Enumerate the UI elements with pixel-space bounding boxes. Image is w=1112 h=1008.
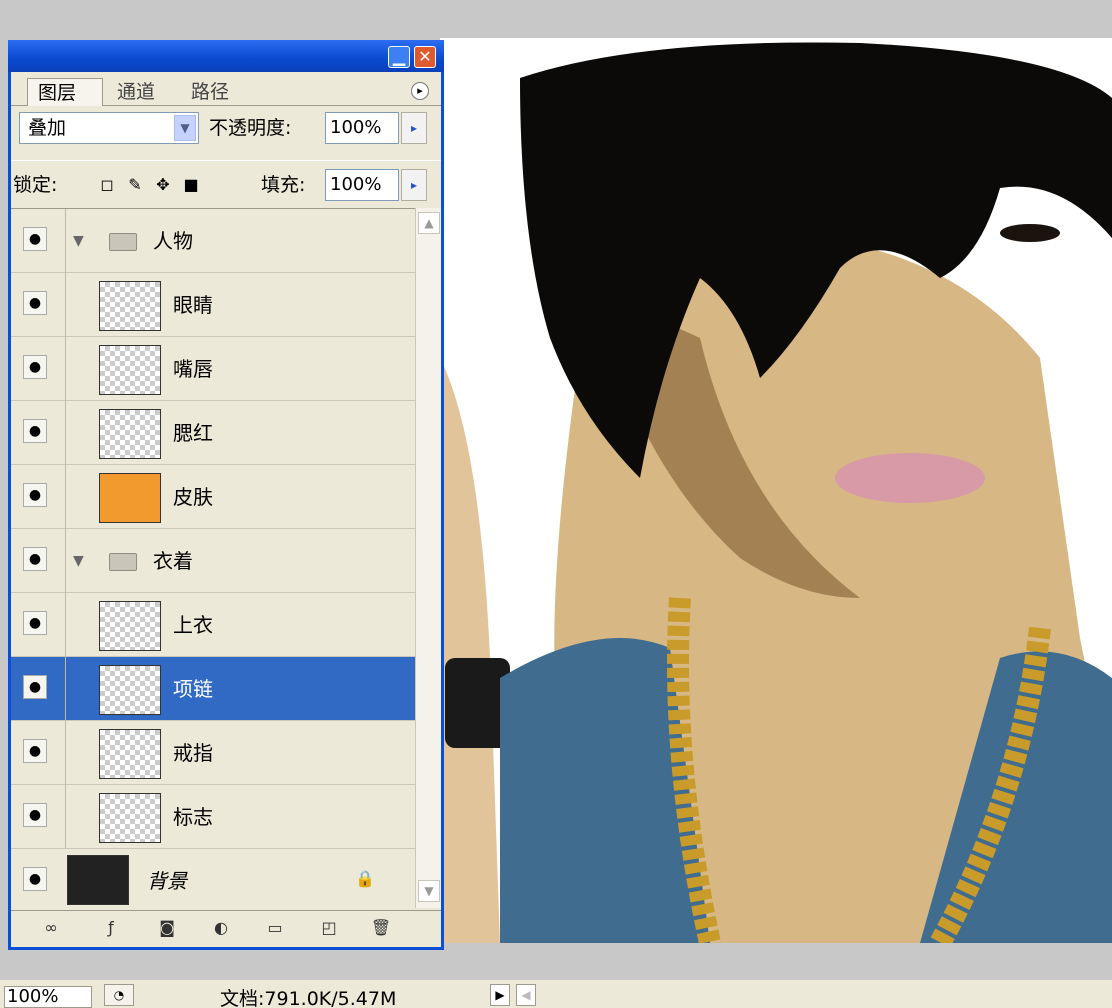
tab-channels[interactable]: 通道	[107, 78, 165, 106]
lock-transparent-icon[interactable]: ◻	[97, 175, 117, 195]
layer-row-selected[interactable]: ● 项链	[11, 657, 415, 721]
layer-group-row[interactable]: ● ▼ 人物	[11, 209, 415, 273]
lock-pixels-icon[interactable]: ✎	[125, 175, 145, 195]
layer-name: 眼睛	[173, 293, 213, 317]
layer-thumbnail	[99, 281, 161, 331]
layer-row[interactable]: ● 腮红	[11, 401, 415, 465]
lock-label: 锁定:	[13, 174, 58, 196]
lock-position-icon[interactable]: ✥	[153, 175, 173, 195]
layer-thumbnail	[99, 729, 161, 779]
layer-name: 项链	[173, 677, 213, 701]
status-menu-icon[interactable]: ▶	[490, 984, 510, 1006]
layer-thumbnail	[99, 665, 161, 715]
mask-icon[interactable]: ◙	[155, 917, 179, 939]
layer-thumbnail	[99, 409, 161, 459]
layer-name: 背景	[147, 869, 187, 893]
blend-mode-value: 叠加	[28, 117, 67, 139]
lock-all-icon[interactable]: ■	[181, 175, 201, 195]
layer-row[interactable]: ● 皮肤	[11, 465, 415, 529]
opacity-field[interactable]: 100%	[325, 112, 399, 144]
layer-thumbnail	[67, 855, 129, 905]
zoom-field[interactable]: 100%	[4, 986, 92, 1008]
status-bar: 100% ◔ 文档:791.0K/5.47M ▶ ◀	[0, 980, 1112, 1008]
fx-icon[interactable]: ƒ	[99, 917, 123, 939]
layer-name: 人物	[153, 229, 193, 253]
new-layer-icon[interactable]: ◰	[317, 917, 341, 939]
blend-mode-select[interactable]: 叠加 ▼	[19, 112, 199, 144]
close-icon[interactable]: ✕	[414, 46, 436, 68]
folder-icon	[109, 233, 137, 251]
scroll-left-icon[interactable]: ◀	[516, 984, 536, 1006]
lock-row: 锁定: ◻ ✎ ✥ ■ 填充: 100% ▸	[11, 160, 441, 206]
adjustment-icon[interactable]: ◐	[209, 917, 233, 939]
eye-icon[interactable]: ●	[23, 611, 47, 635]
layer-name: 衣着	[153, 549, 193, 573]
panel-tabs: 图层 通道 路径 ▸	[11, 72, 441, 106]
eye-icon[interactable]: ●	[23, 419, 47, 443]
eye-icon[interactable]: ●	[23, 867, 47, 891]
scroll-down-icon[interactable]: ▼	[418, 880, 440, 902]
layer-row[interactable]: ● 眼睛	[11, 273, 415, 337]
document-info: 文档:791.0K/5.47M	[220, 988, 397, 1008]
canvas-photo	[440, 38, 1112, 943]
photoshop-window: ▁ ✕ 图层 通道 路径 ▸ 叠加 ▼ 不透明度: 100% ▸ 锁定: ◻ ✎…	[0, 0, 1112, 1008]
layers-scrollbar[interactable]: ▲ ▼	[415, 208, 441, 908]
layer-name: 腮红	[173, 421, 213, 445]
link-icon[interactable]: ∞	[39, 917, 63, 939]
minimize-icon[interactable]: ▁	[388, 46, 410, 68]
scroll-up-icon[interactable]: ▲	[418, 212, 440, 234]
layer-row[interactable]: ● 戒指	[11, 721, 415, 785]
opacity-slider-button[interactable]: ▸	[401, 112, 427, 144]
layer-row[interactable]: ● 嘴唇	[11, 337, 415, 401]
status-options-icon[interactable]: ◔	[104, 984, 134, 1006]
blend-row: 叠加 ▼ 不透明度: 100% ▸	[11, 108, 441, 152]
eye-icon[interactable]: ●	[23, 739, 47, 763]
panel-menu-icon[interactable]: ▸	[411, 82, 429, 100]
layer-name: 上衣	[173, 613, 213, 637]
eye-icon[interactable]: ●	[23, 291, 47, 315]
opacity-label: 不透明度:	[209, 117, 292, 139]
fill-label: 填充:	[261, 174, 306, 196]
document-canvas[interactable]	[440, 38, 1112, 943]
layer-row[interactable]: ● 标志	[11, 785, 415, 849]
panel-titlebar[interactable]: ▁ ✕	[8, 40, 444, 72]
eye-icon[interactable]: ●	[23, 675, 47, 699]
new-group-icon[interactable]: ▭	[263, 917, 287, 939]
layer-thumbnail	[99, 473, 161, 523]
layer-row[interactable]: ● 上衣	[11, 593, 415, 657]
eye-icon[interactable]: ●	[23, 227, 47, 251]
folder-icon	[109, 553, 137, 571]
lock-icon: 🔒	[355, 869, 375, 888]
layer-thumbnail	[99, 793, 161, 843]
eye-icon[interactable]: ●	[23, 483, 47, 507]
eye-icon[interactable]: ●	[23, 803, 47, 827]
expand-triangle-icon[interactable]: ▼	[73, 553, 84, 569]
layer-thumbnail	[99, 601, 161, 651]
layer-name: 嘴唇	[173, 357, 213, 381]
background-layer-row[interactable]: ● 背景 🔒	[11, 849, 415, 913]
panel-bottom-toolbar: ∞ ƒ ◙ ◐ ▭ ◰ 🗑	[11, 910, 441, 944]
tab-paths[interactable]: 路径	[181, 78, 239, 106]
fill-slider-button[interactable]: ▸	[401, 169, 427, 201]
dropdown-arrow-icon[interactable]: ▼	[174, 115, 196, 141]
eye-icon[interactable]: ●	[23, 547, 47, 571]
layer-name: 皮肤	[173, 485, 213, 509]
layer-name: 戒指	[173, 741, 213, 765]
layer-group-row[interactable]: ● ▼ 衣着	[11, 529, 415, 593]
layer-thumbnail	[99, 345, 161, 395]
fill-field[interactable]: 100%	[325, 169, 399, 201]
trash-icon[interactable]: 🗑	[369, 917, 393, 939]
layers-list: ● ▼ 人物 ● 眼睛 ● 嘴唇 ● 腮红 ● 皮肤 ● ▼ 衣着 ● 上衣 ●…	[11, 208, 415, 908]
expand-triangle-icon[interactable]: ▼	[73, 233, 84, 249]
eye-icon[interactable]: ●	[23, 355, 47, 379]
layer-name: 标志	[173, 805, 213, 829]
tab-layers[interactable]: 图层	[27, 78, 103, 106]
layers-panel: ▁ ✕ 图层 通道 路径 ▸ 叠加 ▼ 不透明度: 100% ▸ 锁定: ◻ ✎…	[8, 40, 444, 950]
